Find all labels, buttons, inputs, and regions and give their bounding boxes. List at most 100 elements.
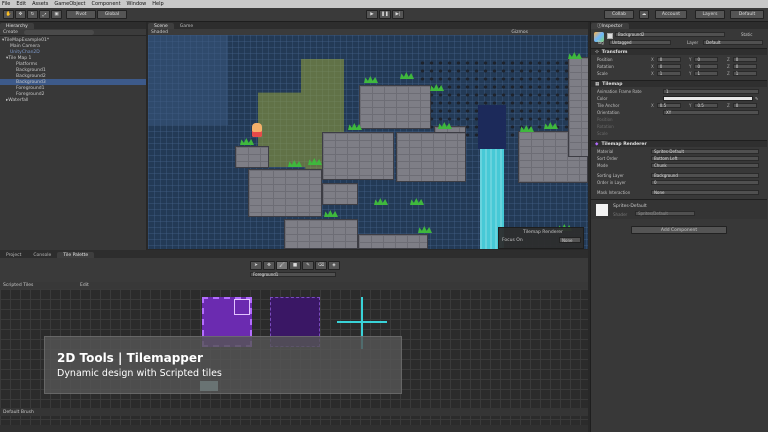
menu-window[interactable]: Window	[127, 1, 147, 7]
sorting-layer-dropdown[interactable]: Background	[651, 172, 759, 178]
rect-tool-icon[interactable]: ▣	[51, 10, 62, 19]
position-z-field[interactable]: 0	[732, 56, 757, 62]
move-tool-icon[interactable]: ✥	[263, 261, 275, 270]
active-checkbox[interactable]	[607, 33, 613, 39]
game-tab-label: Game	[179, 23, 194, 29]
pivot-label: Pivot	[75, 12, 87, 17]
caption-subtitle: Dynamic design with Scripted tiles	[57, 368, 222, 379]
orientation-dropdown[interactable]: XY	[663, 109, 759, 115]
rotate-tool-icon[interactable]: ↻	[27, 10, 38, 19]
tile-anchor-label: Tile Anchor	[597, 102, 620, 108]
static-checkbox[interactable]: Static	[741, 32, 752, 37]
menu-edit[interactable]: Edit	[16, 1, 26, 7]
menu-gameobject[interactable]: GameObject	[54, 1, 85, 7]
offset-position-row: Position	[591, 116, 767, 122]
scene-tabbar: Scene Game	[148, 22, 588, 29]
select-tool-icon[interactable]: ➤	[250, 261, 262, 270]
mask-dropdown[interactable]: None	[651, 189, 759, 195]
tile-anchor-row: Tile Anchor X 0.5 Y 0.5 Z 0	[591, 102, 767, 108]
hierarchy-item-waterfall[interactable]: ▸ Waterfall	[0, 97, 146, 103]
tab-hierarchy[interactable]: Hierarchy	[0, 23, 34, 29]
material-field[interactable]: Sprites-Default	[651, 148, 759, 154]
active-tilemap-dropdown[interactable]: Foreground1	[250, 272, 336, 277]
palette-dropdown[interactable]: Scripted Tiles	[0, 283, 80, 288]
add-component-button[interactable]: Add Component	[631, 226, 727, 234]
color-swatch[interactable]	[663, 95, 753, 101]
fill-bucket-icon[interactable]: ◈	[328, 261, 340, 270]
scale-tool-icon[interactable]: ⤢	[39, 10, 50, 19]
hierarchy-search-input[interactable]	[23, 29, 94, 35]
layer-dropdown[interactable]: Default	[703, 40, 763, 45]
rotation-y-field[interactable]: 0	[694, 63, 719, 69]
focus-on-dropdown[interactable]: None	[559, 237, 581, 243]
anim-rate-row: Animation Frame Rate 1	[591, 88, 767, 94]
picker-icon[interactable]: ✎	[302, 261, 314, 270]
cloud-icon[interactable]: ☁	[639, 10, 649, 19]
scale-x-field[interactable]: 1	[656, 70, 681, 76]
bottom-tabbar: Project Console Tile Palette	[0, 250, 588, 258]
hand-tool-icon[interactable]: ✋	[3, 10, 14, 19]
scene-view[interactable]: Tilemap Renderer Focus On None	[148, 29, 588, 249]
box-fill-icon[interactable]: ■	[289, 261, 301, 270]
collab-dropdown[interactable]: Collab	[604, 10, 634, 19]
layers-label: Layers	[702, 12, 718, 17]
offset-position-label: Position	[597, 116, 613, 122]
stone-block	[359, 85, 431, 129]
anchor-x-field[interactable]: 0.5	[656, 102, 681, 108]
hierarchy-toolbar: Create	[0, 29, 146, 36]
order-in-layer-field[interactable]: 0	[651, 179, 759, 185]
renderer-icon: ◆	[595, 141, 599, 147]
pivot-toggle[interactable]: Pivot	[66, 10, 96, 19]
edit-palette-button[interactable]: Edit	[80, 283, 89, 288]
position-y-field[interactable]: 0	[694, 56, 719, 62]
rotation-z-field[interactable]: 0	[732, 63, 757, 69]
account-dropdown[interactable]: Account	[655, 10, 687, 19]
transform-header[interactable]: ⊹ Transform	[591, 48, 767, 55]
rotation-x-field[interactable]: 0	[656, 63, 681, 69]
position-x-field[interactable]: 0	[656, 56, 681, 62]
anchor-z-field[interactable]: 0	[732, 102, 757, 108]
tag-dropdown[interactable]: Untagged	[609, 40, 671, 45]
stone-block	[284, 219, 358, 249]
layout-label: Default	[738, 12, 756, 17]
color-label: Color	[597, 95, 608, 101]
hierarchy-item-label: Background1	[16, 67, 46, 73]
gizmos-dropdown[interactable]: Gizmos	[511, 30, 528, 35]
brush-dropdown[interactable]: Default Brush	[3, 410, 34, 415]
eyedropper-icon[interactable]: ✎	[755, 96, 758, 101]
pause-button[interactable]: ❚❚	[379, 10, 391, 19]
menu-assets[interactable]: Assets	[32, 1, 48, 7]
move-tool-icon[interactable]: ✥	[15, 10, 26, 19]
stone-block	[568, 57, 588, 157]
menu-file[interactable]: File	[2, 1, 10, 7]
step-button[interactable]: ▶|	[392, 10, 404, 19]
sort-order-dropdown[interactable]: Bottom Left	[651, 155, 759, 161]
play-button[interactable]: ▶	[366, 10, 378, 19]
create-dropdown[interactable]: Create	[3, 30, 18, 35]
hierarchy-tabbar: Hierarchy	[0, 22, 146, 29]
shader-dropdown[interactable]: Sprites/Default	[635, 211, 695, 216]
menu-component[interactable]: Component	[92, 1, 121, 7]
paint-brush-icon[interactable]: 🖌	[276, 261, 288, 270]
bush	[430, 83, 444, 91]
scale-y-field[interactable]: 1	[694, 70, 719, 76]
mode-dropdown[interactable]: Chunk	[651, 162, 759, 168]
renderer-header[interactable]: ◆ Tilemap Renderer	[591, 140, 767, 147]
dark-wall-region	[148, 35, 228, 125]
scale-z-field[interactable]: 1	[732, 70, 757, 76]
grid-icon: ▦	[595, 81, 600, 87]
menu-help[interactable]: Help	[152, 1, 163, 7]
hierarchy-item-label: Platforms	[16, 61, 38, 67]
bush	[240, 137, 254, 145]
layout-dropdown[interactable]: Default	[730, 10, 764, 19]
anim-rate-field[interactable]: 1	[663, 88, 759, 94]
eraser-icon[interactable]: ⌫	[315, 261, 327, 270]
global-toggle[interactable]: Global	[97, 10, 127, 19]
hierarchy-item-label: Background2	[16, 73, 46, 79]
layers-dropdown[interactable]: Layers	[695, 10, 725, 19]
anchor-y-field[interactable]: 0.5	[694, 102, 719, 108]
shading-mode-dropdown[interactable]: Shaded	[151, 30, 168, 35]
crosshair-horizontal	[337, 321, 387, 323]
tilemap-header[interactable]: ▦ Tilemap	[591, 80, 767, 87]
object-name-field[interactable]: Background2	[615, 32, 725, 37]
